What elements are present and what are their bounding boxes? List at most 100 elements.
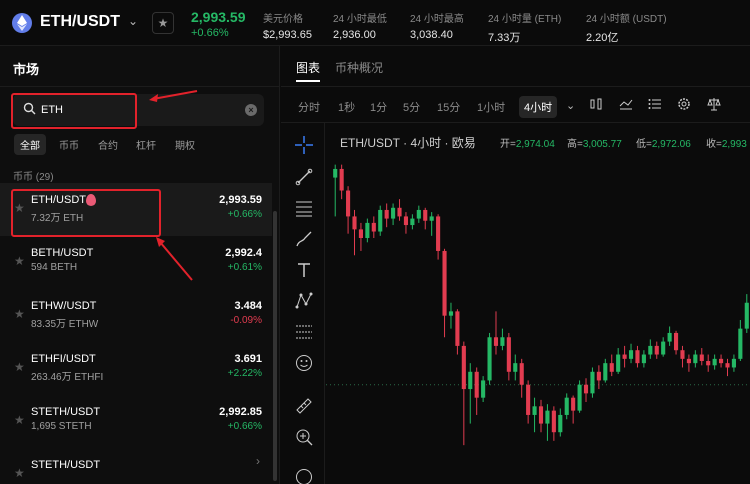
stat-usd-price: 美元价格 $2,993.65 — [263, 10, 312, 41]
row-symbol: STETH/USDT — [31, 406, 101, 418]
fib-tool-icon[interactable] — [295, 323, 313, 341]
eth-logo-icon — [12, 13, 32, 33]
candle-body — [673, 332, 679, 351]
timeframe-1s[interactable]: 1秒 — [338, 99, 355, 115]
group-label: 币币 (29) — [13, 172, 54, 183]
divider — [0, 86, 280, 87]
scale-icon[interactable] — [707, 97, 721, 111]
chevron-right-icon[interactable]: › — [256, 454, 260, 468]
stat-24h-high: 24 小时最高 3,038.40 — [410, 10, 464, 41]
market-row[interactable]: ★ ETHW/USDT 83.35万 ETHW 3.484 -0.09% — [0, 289, 272, 342]
market-row[interactable]: ★ STETH/USDT › — [0, 448, 272, 484]
candle-body — [442, 250, 447, 316]
crosshair-icon[interactable] — [295, 136, 313, 154]
candle-body — [455, 311, 460, 346]
horizontal-lines-icon[interactable] — [295, 199, 313, 217]
candle — [725, 358, 730, 377]
candle-body — [667, 332, 672, 342]
candle — [712, 354, 717, 370]
chart-panel: 图表 币种概况 分时 1秒 1分 5分 15分 1小时 4小时 ⌄ ETH/US… — [281, 46, 750, 484]
stat-label: 24 小时最高 — [410, 14, 464, 25]
magnet-icon[interactable] — [295, 468, 313, 484]
timeframe-1m[interactable]: 1分 — [370, 99, 387, 115]
candle-body — [416, 209, 421, 219]
trend-line-icon[interactable] — [295, 168, 313, 186]
candle-body — [693, 354, 698, 364]
candle — [436, 214, 441, 260]
market-row[interactable]: ★ STETH/USDT 1,695 STETH 2,992.85 +0.66% — [0, 395, 272, 448]
filter-futures[interactable]: 合约 — [98, 137, 118, 152]
candle — [506, 332, 511, 381]
candle — [448, 302, 454, 329]
favorite-star-icon[interactable]: ★ — [152, 12, 174, 34]
candle — [403, 212, 409, 234]
candle-body — [609, 363, 614, 372]
chevron-down-icon[interactable]: ⌄ — [566, 99, 575, 112]
star-icon[interactable]: ★ — [14, 413, 25, 427]
clear-icon[interactable]: × — [245, 104, 257, 116]
candle-body — [571, 397, 576, 411]
timeframe-1h[interactable]: 1小时 — [477, 99, 505, 115]
star-icon[interactable]: ★ — [14, 360, 25, 374]
row-symbol: STETH/USDT — [31, 459, 101, 471]
candle-body — [577, 384, 582, 411]
candle — [391, 203, 396, 226]
candle — [429, 212, 434, 236]
candle-body — [493, 337, 499, 346]
list-icon[interactable] — [648, 97, 662, 111]
row-volume: 263.46万 ETHFI — [31, 372, 104, 383]
tab-coin-overview[interactable]: 币种概况 — [335, 59, 383, 76]
row-change: +0.61% — [227, 262, 262, 273]
ohlc-value: 2,974.04 — [515, 139, 555, 150]
ohlc-label: 收= — [706, 139, 722, 150]
emoji-icon[interactable] — [295, 354, 313, 372]
tab-chart[interactable]: 图表 — [296, 59, 320, 76]
candlestick-chart[interactable] — [326, 156, 750, 484]
candle-body — [706, 361, 711, 366]
chevron-down-icon[interactable]: ⌄ — [128, 14, 138, 28]
filter-spot[interactable]: 币币 — [59, 137, 79, 152]
timeframe-15m[interactable]: 15分 — [437, 99, 460, 115]
row-price: 2,993.59 — [219, 194, 262, 206]
timeframe-line[interactable]: 分时 — [298, 99, 320, 115]
scrollbar[interactable] — [273, 211, 277, 481]
gear-icon[interactable] — [677, 97, 691, 111]
candle-body — [628, 350, 634, 359]
candle-type-icon[interactable] — [589, 97, 603, 111]
stat-24h-low: 24 小时最低 2,936.00 — [333, 10, 387, 41]
filter-all[interactable]: 全部 — [14, 134, 46, 155]
candle — [358, 222, 363, 251]
row-symbol: ETHFI/USDT — [31, 353, 96, 365]
market-row[interactable]: ★ ETHFI/USDT 263.46万 ETHFI 3.691 +2.22% — [0, 342, 272, 395]
ruler-icon[interactable] — [295, 397, 313, 415]
chart-title: ETH/USDT · 4小时 · 欧易 — [340, 136, 476, 150]
star-icon[interactable]: ★ — [14, 466, 25, 480]
row-price: 3.484 — [234, 300, 262, 312]
candle-body — [680, 350, 685, 359]
candle — [468, 363, 473, 424]
candle — [487, 332, 492, 385]
candle-body — [378, 209, 383, 232]
star-icon[interactable]: ★ — [14, 307, 25, 321]
timeframe-5m[interactable]: 5分 — [403, 99, 420, 115]
candle — [680, 345, 685, 368]
candle-body — [712, 358, 717, 366]
candle — [654, 341, 659, 359]
filter-margin[interactable]: 杠杆 — [136, 137, 156, 152]
candle — [371, 216, 376, 238]
pattern-tool-icon[interactable] — [295, 292, 313, 310]
filter-options[interactable]: 期权 — [175, 137, 195, 152]
star-icon[interactable]: ★ — [14, 254, 25, 268]
brush-icon[interactable] — [295, 230, 313, 248]
pair-name[interactable]: ETH/USDT — [40, 13, 120, 31]
market-row[interactable]: ★ BETH/USDT 594 BETH 2,992.4 +0.61% — [0, 236, 272, 289]
timeframe-4h[interactable]: 4小时 — [519, 96, 558, 118]
divider — [281, 122, 750, 123]
text-tool-icon[interactable] — [295, 261, 313, 279]
candle-body — [346, 190, 351, 217]
row-price: 3.691 — [234, 353, 262, 365]
candle — [699, 348, 704, 366]
stat-label: 24 小时最低 — [333, 14, 387, 25]
zoom-in-icon[interactable] — [295, 428, 313, 446]
indicator-icon[interactable] — [619, 97, 633, 111]
